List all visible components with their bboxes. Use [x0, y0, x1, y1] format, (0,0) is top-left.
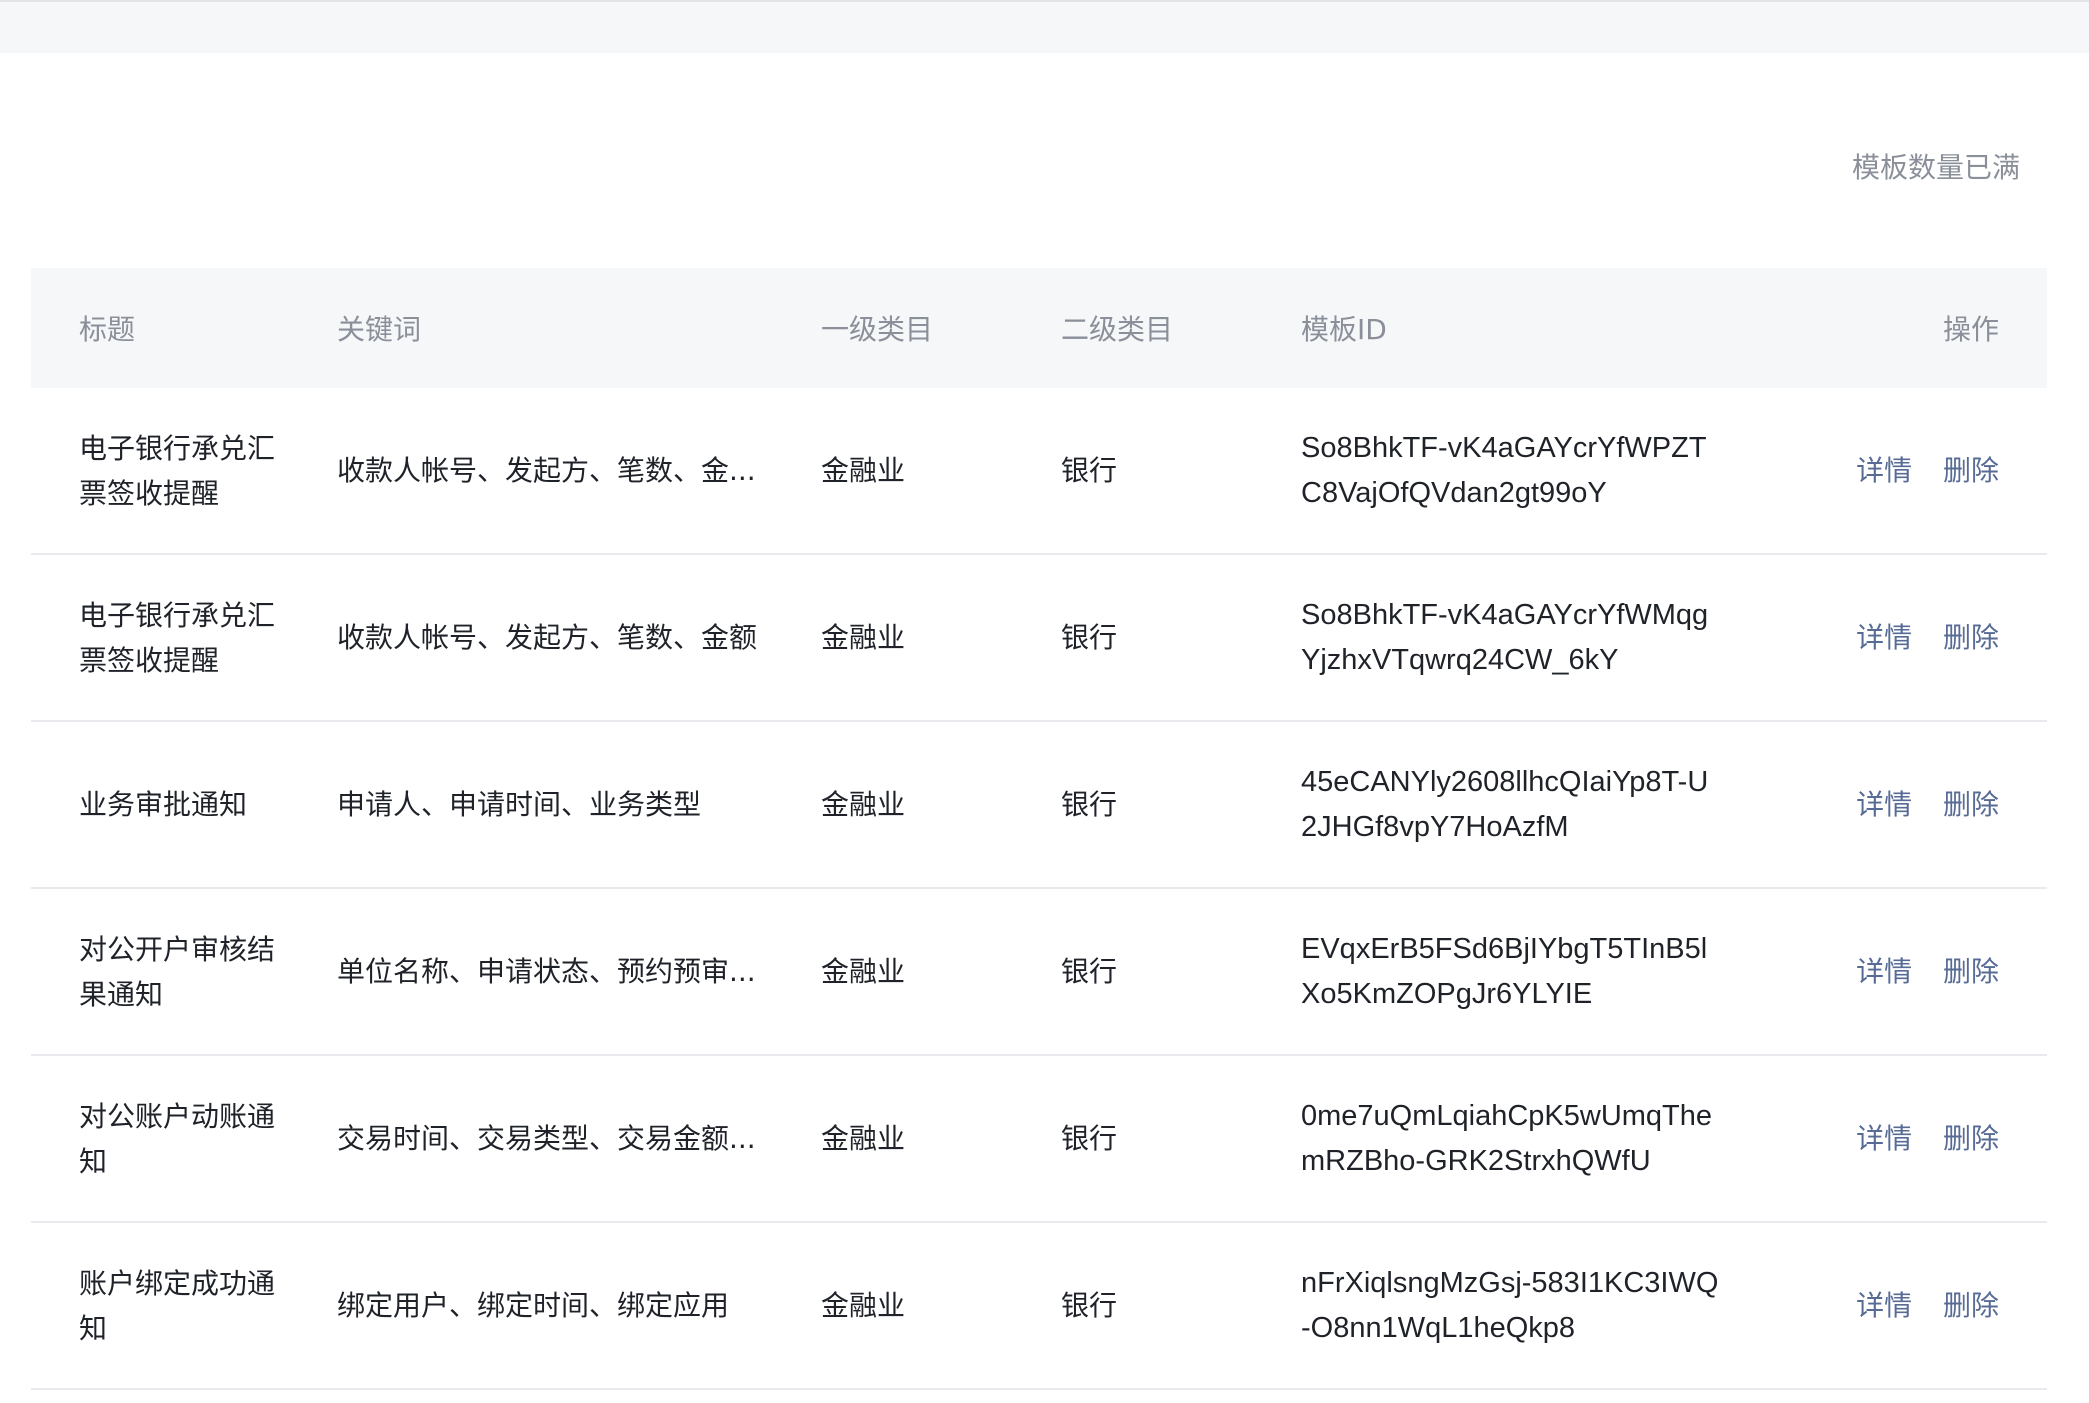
row-category-1: 金融业 [821, 788, 906, 821]
row-keywords: 收款人帐号、发起方、笔数、金... [337, 454, 756, 487]
table-row: 业务审批通知 申请人、申请时间、业务类型 金融业 银行 45eCANYly260… [31, 721, 2047, 888]
top-bar [0, 0, 2089, 53]
row-template-id: 45eCANYly2608llhcQIaiYp8T-U2JHGf8vpY7HoA… [1301, 765, 1709, 843]
row-category-2: 银行 [1061, 454, 1118, 487]
table-row: 账户绑定成功通知 绑定用户、绑定时间、绑定应用 金融业 银行 nFrXiqlsn… [31, 1222, 2047, 1389]
row-category-1: 金融业 [821, 955, 906, 988]
detail-link[interactable]: 详情 [1856, 955, 1912, 988]
header-keywords: 关键词 [337, 313, 422, 346]
row-actions: 详情 删除 [1801, 388, 2047, 554]
row-keywords: 单位名称、申请状态、预约预审... [337, 955, 756, 988]
row-template-id: EVqxErB5FSd6BjIYbgT5TInB5lXo5KmZOPgJr6YL… [1301, 932, 1708, 1010]
table-row: 对公开户审核结果通知 单位名称、申请状态、预约预审... 金融业 银行 EVqx… [31, 888, 2047, 1055]
delete-link[interactable]: 删除 [1943, 621, 1999, 654]
detail-link[interactable]: 详情 [1856, 621, 1912, 654]
delete-link[interactable]: 删除 [1943, 788, 1999, 821]
quota-status: 模板数量已满 [1851, 151, 2020, 184]
row-category-2: 银行 [1061, 1289, 1118, 1322]
row-actions: 详情 删除 [1801, 1222, 2047, 1389]
delete-link[interactable]: 删除 [1943, 1289, 1999, 1322]
row-template-id: So8BhkTF-vK4aGAYcrYfWMqgYjzhxVTqwrq24CW_… [1301, 598, 1709, 676]
row-category-1: 金融业 [821, 621, 906, 654]
row-category-2: 银行 [1061, 955, 1118, 988]
row-template-id: nFrXiqlsngMzGsj-583I1KC3IWQ-O8nn1WqL1heQ… [1301, 1266, 1719, 1344]
header-title: 标题 [79, 313, 136, 346]
row-keywords: 收款人帐号、发起方、笔数、金额 [337, 621, 758, 654]
delete-link[interactable]: 删除 [1943, 1122, 1999, 1155]
delete-link[interactable]: 删除 [1943, 955, 1999, 988]
header-category-1: 一级类目 [821, 313, 934, 346]
detail-link[interactable]: 详情 [1856, 1122, 1912, 1155]
row-title: 电子银行承兑汇票签收提醒 [79, 598, 276, 677]
row-keywords: 申请人、申请时间、业务类型 [337, 788, 702, 821]
row-category-2: 银行 [1061, 1122, 1118, 1155]
detail-link[interactable]: 详情 [1856, 788, 1912, 821]
header-template-id: 模板ID [1301, 313, 1387, 346]
row-actions: 详情 删除 [1801, 554, 2047, 721]
row-actions: 详情 删除 [1801, 888, 2047, 1055]
row-keywords: 交易时间、交易类型、交易金额... [337, 1122, 756, 1155]
table-header-row: 标题 关键词 一级类目 二级类目 模板ID 操作 [31, 268, 2047, 388]
row-title: 业务审批通知 [79, 788, 248, 821]
header-actions: 操作 [1942, 313, 1999, 346]
delete-link[interactable]: 删除 [1943, 454, 1999, 487]
row-template-id: So8BhkTF-vK4aGAYcrYfWPZTC8VajOfQVdan2gt9… [1301, 431, 1707, 509]
row-title: 对公开户审核结果通知 [79, 932, 276, 1011]
template-table: 标题 关键词 一级类目 二级类目 模板ID 操作 电子银行承兑汇票签收提醒 收款… [31, 268, 2047, 1390]
row-category-2: 银行 [1061, 788, 1118, 821]
detail-link[interactable]: 详情 [1856, 454, 1912, 487]
row-category-1: 金融业 [821, 454, 906, 487]
row-actions: 详情 删除 [1801, 1055, 2047, 1222]
table-row: 电子银行承兑汇票签收提醒 收款人帐号、发起方、笔数、金额 金融业 银行 So8B… [31, 554, 2047, 721]
table-row: 电子银行承兑汇票签收提醒 收款人帐号、发起方、笔数、金... 金融业 银行 So… [31, 388, 2047, 554]
table-header: 标题 关键词 一级类目 二级类目 模板ID 操作 [31, 268, 2047, 388]
row-keywords: 绑定用户、绑定时间、绑定应用 [337, 1289, 730, 1322]
row-template-id: 0me7uQmLqiahCpK5wUmqThemRZBho-GRK2StrxhQ… [1301, 1099, 1713, 1177]
row-title: 账户绑定成功通知 [79, 1266, 276, 1345]
row-actions: 详情 删除 [1801, 721, 2047, 888]
row-title: 电子银行承兑汇票签收提醒 [79, 431, 276, 510]
row-title: 对公账户动账通知 [79, 1099, 276, 1178]
row-category-2: 银行 [1061, 621, 1118, 654]
table-body: 电子银行承兑汇票签收提醒 收款人帐号、发起方、笔数、金... 金融业 银行 So… [31, 388, 2047, 1389]
header-category-2: 二级类目 [1061, 313, 1174, 346]
detail-link[interactable]: 详情 [1856, 1289, 1912, 1322]
row-category-1: 金融业 [821, 1289, 906, 1322]
table-row: 对公账户动账通知 交易时间、交易类型、交易金额... 金融业 银行 0me7uQ… [31, 1055, 2047, 1222]
row-category-1: 金融业 [821, 1122, 906, 1155]
